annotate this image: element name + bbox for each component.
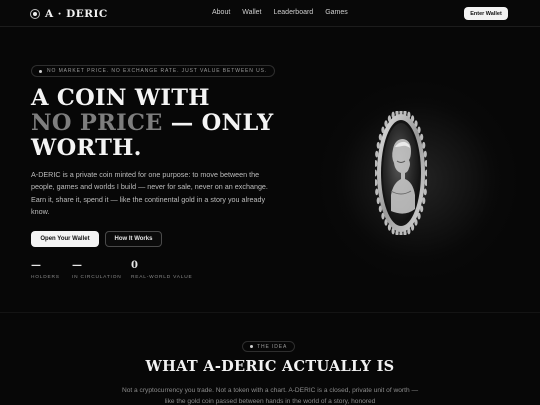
stat-label: REAL-WORLD VALUE [131, 275, 193, 280]
stat-in-circulation: — IN CIRCULATION [72, 260, 122, 280]
nav-link-games[interactable]: Games [325, 9, 348, 16]
nav-links: About Wallet Leaderboard Games [212, 9, 348, 16]
hero-badge-text: NO MARKET PRICE. NO EXCHANGE RATE. JUST … [47, 68, 268, 74]
headline-line-1: A COIN WITH [31, 85, 210, 111]
headline-muted: NO PRICE [31, 110, 163, 136]
stat-value: — [72, 260, 82, 271]
logo-icon [30, 8, 40, 19]
logo[interactable]: A · DERIC [30, 7, 108, 20]
hero-badge: NO MARKET PRICE. NO EXCHANGE RATE. JUST … [31, 65, 276, 77]
logo-text: A · DERIC [45, 7, 108, 20]
badge-dot-icon [250, 345, 253, 348]
nav-link-leaderboard[interactable]: Leaderboard [274, 9, 314, 16]
stat-holders: — HOLDERS [31, 260, 60, 280]
stat-real-world-value: 0 REAL-WORLD VALUE [131, 260, 193, 280]
how-it-works-button[interactable]: How It Works [105, 231, 162, 247]
idea-body: Not a cryptocurrency you trade. Not a to… [121, 387, 419, 405]
idea-badge: THE IDEA [242, 341, 296, 352]
stat-value: — [31, 260, 41, 271]
section-divider [0, 312, 540, 313]
headline-line-2-rest: — ONLY [162, 110, 274, 136]
stat-label: IN CIRCULATION [72, 275, 122, 280]
nav-link-about[interactable]: About [212, 9, 230, 16]
enter-wallet-button[interactable]: Enter Wallet [464, 7, 508, 20]
hero-headline: A COIN WITH NO PRICE — ONLY WORTH. [31, 86, 274, 161]
badge-dot-icon [39, 69, 42, 73]
open-wallet-button[interactable]: Open Your Wallet [31, 231, 99, 247]
nav-link-wallet[interactable]: Wallet [242, 9, 261, 16]
stat-label: HOLDERS [31, 275, 60, 280]
hero-lead: A-DERIC is a private coin minted for one… [31, 170, 268, 217]
stat-value: 0 [131, 260, 138, 271]
top-nav: A · DERIC About Wallet Leaderboard Games… [0, 0, 540, 27]
idea-title: WHAT A-DERIC ACTUALLY IS [145, 358, 395, 375]
headline-line-3: WORTH. [31, 135, 142, 161]
idea-badge-text: THE IDEA [257, 343, 288, 350]
coin-portrait-icon [375, 111, 427, 235]
